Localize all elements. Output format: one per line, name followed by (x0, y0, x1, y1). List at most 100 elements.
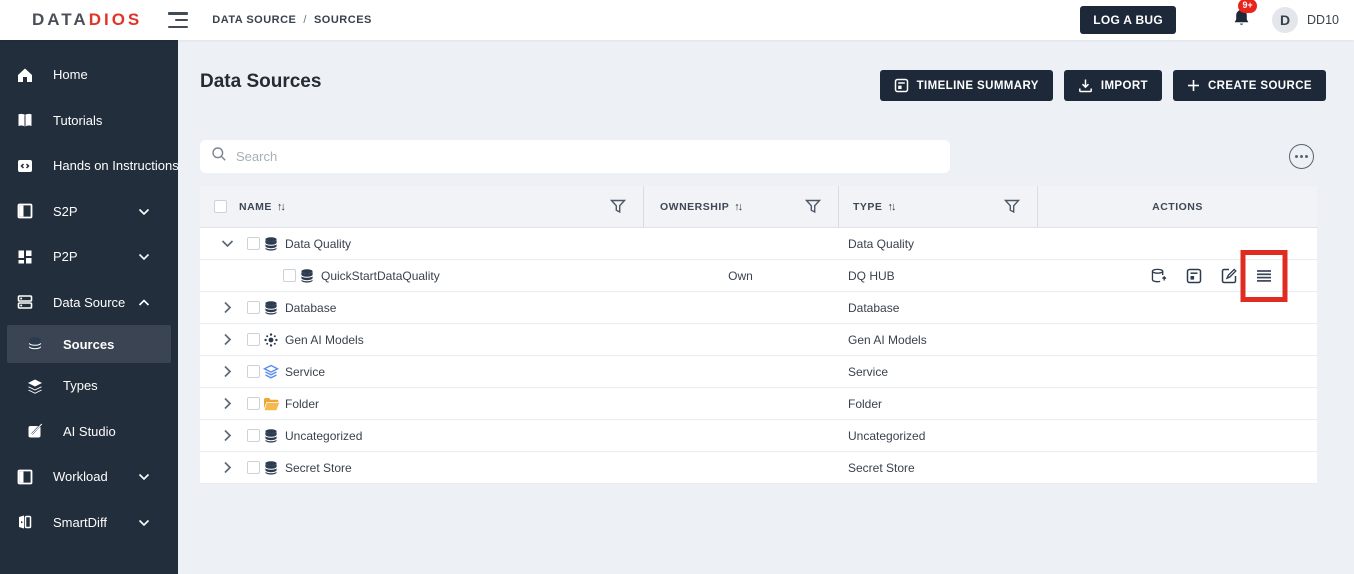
topbar: DATA DIOS DATA SOURCE / SOURCES LOG A BUG… (0, 0, 1354, 40)
row-ownership: Own (728, 268, 753, 283)
row-checkbox[interactable] (247, 461, 260, 474)
column-label: ACTIONS (1152, 200, 1203, 213)
username-label[interactable]: DD10 (1307, 13, 1339, 27)
timeline-icon (894, 78, 909, 93)
folder-icon (262, 397, 280, 411)
sidebar-item-hands-on-instructions[interactable]: Hands on Instructions (0, 143, 179, 189)
summary-icon[interactable] (1185, 267, 1203, 285)
row-checkbox[interactable] (247, 333, 260, 346)
grid-icon (16, 248, 34, 266)
row-name-label: Data Quality (285, 236, 352, 251)
table-header: NAME ↑↓ OWNERSHIP ↑↓ TYPE ↑↓ ACTIONS (200, 186, 1317, 228)
logo-text-data: DATA (32, 10, 89, 29)
row-checkbox[interactable] (247, 429, 260, 442)
row-name-label: Service (285, 364, 326, 379)
table-row[interactable]: Secret Store Secret Store (200, 452, 1317, 484)
row-checkbox[interactable] (283, 269, 296, 282)
column-header-type[interactable]: TYPE ↑↓ (838, 186, 1037, 227)
data-sources-table: NAME ↑↓ OWNERSHIP ↑↓ TYPE ↑↓ ACTIONS Data Qual… (200, 186, 1317, 484)
row-type: Service (848, 364, 889, 379)
table-row[interactable]: Data Quality Data Quality (200, 228, 1317, 260)
timeline-summary-button[interactable]: TIMELINE SUMMARY (879, 70, 1053, 101)
sidebar-item-smartdiff[interactable]: SmartDiff (0, 500, 178, 546)
row-name-label: Secret Store (285, 460, 352, 475)
add-database-icon[interactable] (1150, 267, 1168, 285)
row-type: Folder (848, 396, 883, 411)
chevron-right-icon[interactable] (220, 461, 234, 474)
column-header-name[interactable]: NAME ↑↓ (200, 186, 643, 227)
search-input[interactable] (236, 149, 939, 164)
chevron-right-icon[interactable] (220, 429, 234, 442)
row-type: Database (848, 300, 900, 315)
table-row[interactable]: Service Service (200, 356, 1317, 388)
code-badge-icon (16, 157, 34, 175)
row-checkbox[interactable] (247, 397, 260, 410)
sidebar-item-s2p[interactable]: S2P (0, 189, 178, 235)
chevron-down-icon (138, 204, 150, 219)
button-label: IMPORT (1100, 79, 1148, 92)
table-row[interactable]: Database Database (200, 292, 1317, 324)
row-checkbox[interactable] (247, 237, 260, 250)
sidebar-item-sources[interactable]: Sources (7, 325, 171, 363)
sidebar-item-workload[interactable]: Workload (0, 454, 178, 500)
row-checkbox[interactable] (247, 365, 260, 378)
avatar[interactable]: D (1272, 7, 1299, 33)
sort-icon[interactable]: ↑↓ (887, 201, 896, 213)
chevron-right-icon[interactable] (220, 397, 234, 410)
menu-icon[interactable] (1240, 250, 1288, 302)
main-content: Data Sources TIMELINE SUMMARY IMPORT CREAT… (178, 40, 1354, 574)
sidebar-item-ai-studio[interactable]: AI Studio (0, 409, 178, 455)
column-header-ownership[interactable]: OWNERSHIP ↑↓ (643, 186, 838, 227)
table-row[interactable]: QuickStartDataQuality Own DQ HUB (200, 250, 1317, 302)
filter-icon[interactable] (804, 199, 822, 217)
row-type: Data Quality (848, 236, 915, 251)
table-row[interactable]: Gen AI Models Gen AI Models (200, 324, 1317, 356)
row-ownership (643, 452, 838, 483)
search-icon (211, 146, 227, 167)
layers-icon (26, 377, 44, 395)
sidebar-item-home[interactable]: Home (0, 52, 178, 98)
sidebar-item-tutorials[interactable]: Tutorials (0, 98, 178, 144)
row-name-label: Uncategorized (285, 428, 363, 443)
row-name-label: Gen AI Models (285, 332, 364, 347)
more-options-button[interactable] (1289, 144, 1314, 169)
chevron-down-icon[interactable] (220, 239, 234, 248)
edit-square-icon[interactable] (1220, 267, 1238, 285)
sidebar-item-types[interactable]: Types (0, 363, 178, 409)
sort-icon[interactable]: ↑↓ (277, 201, 286, 213)
row-type: Secret Store (848, 460, 915, 475)
table-row[interactable]: Uncategorized Uncategorized (200, 420, 1317, 452)
row-actions (1150, 250, 1288, 302)
row-ownership (643, 388, 838, 419)
breadcrumb-section[interactable]: DATA SOURCE (212, 14, 296, 26)
sidebar-collapse-icon[interactable] (168, 12, 189, 28)
database-icon (262, 300, 280, 316)
sidebar: Home Tutorials Hands on Instructions S2P… (0, 40, 179, 574)
breadcrumb-page[interactable]: SOURCES (314, 14, 372, 26)
button-label: TIMELINE SUMMARY (916, 79, 1039, 92)
database-icon (262, 460, 280, 476)
database-icon (262, 236, 280, 252)
chevron-right-icon[interactable] (220, 365, 234, 378)
filter-icon[interactable] (1003, 199, 1021, 217)
sidebar-item-data-source[interactable]: Data Source (0, 280, 178, 326)
server-icon (16, 293, 34, 311)
sort-icon[interactable]: ↑↓ (734, 201, 743, 213)
table-row[interactable]: Folder Folder (200, 388, 1317, 420)
breadcrumb: DATA SOURCE / SOURCES (212, 14, 372, 26)
chevron-right-icon[interactable] (220, 333, 234, 346)
row-checkbox[interactable] (247, 301, 260, 314)
create-source-button[interactable]: CREATE SOURCE (1172, 70, 1326, 101)
notifications-button[interactable]: 9+ (1232, 0, 1258, 33)
page-title: Data Sources (200, 71, 322, 92)
sidebar-item-p2p[interactable]: P2P (0, 234, 178, 280)
ellipsis-icon (1295, 155, 1308, 158)
chevron-right-icon[interactable] (220, 301, 234, 314)
import-button[interactable]: IMPORT (1063, 70, 1162, 101)
log-a-bug-button[interactable]: LOG A BUG (1080, 6, 1177, 34)
filter-icon[interactable] (609, 199, 627, 217)
chevron-up-icon (138, 295, 150, 310)
row-ownership (643, 420, 838, 451)
select-all-checkbox[interactable] (214, 200, 227, 213)
row-ownership (643, 292, 838, 323)
